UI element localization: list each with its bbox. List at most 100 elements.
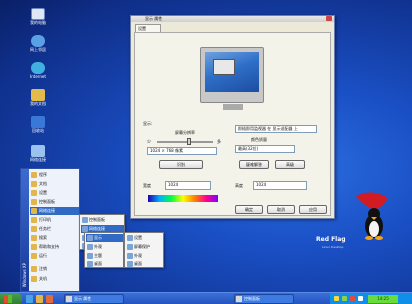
submenu-item-active[interactable]: 显示 [86, 234, 123, 242]
submenu-item-label: 主题 [94, 253, 102, 258]
start-menu-item-active[interactable]: 网络连接 [30, 207, 79, 215]
resolution-slider[interactable] [157, 138, 213, 145]
display-icon [66, 296, 72, 302]
task-control-panel[interactable]: 控制面板 [234, 294, 294, 304]
search-icon [31, 235, 37, 241]
desktop-icon-recycle[interactable]: 回收站 [26, 116, 50, 133]
submenu-item[interactable]: 控制面板 [81, 216, 124, 224]
start-menu-item[interactable]: 帮助和支持 [30, 243, 79, 251]
width-field[interactable]: 1024 [165, 181, 211, 190]
start-menu: Windows XP 程序 文档 设置 控制面板 网络连接 打印机 任务栏 搜索… [20, 168, 80, 292]
task-display-properties[interactable]: 显示 属性 [64, 294, 124, 304]
desktop-icon-internet[interactable]: Internet [26, 62, 50, 79]
menu-item-label: 任务栏 [39, 226, 51, 231]
apply-button[interactable]: 应用 [299, 205, 327, 214]
color-quality-select[interactable]: 最高(32位) [235, 145, 295, 153]
monitor-stand [223, 104, 243, 110]
desktop-icon-label: 我的电脑 [30, 20, 46, 25]
logoff-icon [31, 266, 37, 272]
desktop-icon-label: 网上邻居 [30, 47, 46, 52]
display-icon [87, 235, 93, 241]
submenu-item[interactable]: 外观 [126, 252, 163, 260]
resolution-label: 屏幕分辨率 [175, 130, 195, 135]
width-label: 宽度 [143, 183, 151, 188]
desktop-icon-label: 网络连接 [30, 157, 46, 162]
network-icon[interactable] [342, 296, 347, 301]
internet-icon [31, 62, 45, 74]
start-menu-strip-label: Windows XP [22, 262, 27, 287]
troubleshoot-button[interactable]: 疑难解答 [239, 160, 269, 169]
menu-item-label: 程序 [39, 172, 47, 177]
desktop-icon-connections[interactable]: 网络连接 [26, 145, 50, 162]
start-menu-item[interactable]: 搜索 [30, 234, 79, 242]
appearance-icon [87, 244, 93, 250]
volume-icon[interactable] [334, 296, 339, 301]
desktop-icon-my-computer[interactable]: 我的电脑 [26, 8, 50, 25]
tab-row: 设置 [131, 22, 334, 32]
desktop-icon-network[interactable]: 网上邻居 [26, 35, 50, 52]
my-computer-icon [31, 8, 45, 20]
taskbar-icon [31, 226, 37, 232]
submenu-item[interactable]: 设置 [126, 234, 163, 242]
tab-settings[interactable]: 设置 [135, 24, 161, 32]
display-properties-window: 显示 属性 设置 显示: 即插即用监视器 在 显示适配器 上 屏幕分辨率 少 多… [130, 15, 335, 219]
start-menu-item[interactable]: 打印机 [30, 216, 79, 224]
submenu-item[interactable]: 桌面 [126, 260, 163, 268]
start-menu-item[interactable]: 文档 [30, 180, 79, 188]
ime-icon[interactable] [358, 296, 363, 301]
desktop-icon-label: 我的文档 [30, 101, 46, 106]
display-label: 显示: [143, 121, 153, 126]
menu-item-label: 搜索 [39, 235, 47, 240]
start-menu-item[interactable]: 设置 [30, 189, 79, 197]
screensaver-icon [127, 244, 133, 250]
start-menu-item[interactable]: 运行 [30, 252, 79, 260]
taskbar: 显示 属性 控制面板 14:25 [0, 292, 412, 304]
submenu-item-label: 设置 [134, 235, 142, 240]
start-menu-strip: Windows XP [21, 169, 29, 291]
flag-icon [31, 116, 45, 128]
start-menu-item[interactable]: 控制面板 [30, 198, 79, 206]
programs-icon [31, 172, 37, 178]
submenu-item[interactable]: 外观 [86, 243, 123, 251]
security-icon[interactable] [350, 296, 355, 301]
folder-icon [31, 89, 45, 101]
height-field[interactable]: 1024 [253, 181, 307, 190]
menu-item-label: 运行 [39, 253, 47, 258]
run-icon [31, 253, 37, 259]
slider-thumb[interactable] [187, 138, 191, 145]
identify-button[interactable]: 识别 [159, 160, 203, 169]
submenu-display: 设置 屏幕保护 外观 桌面 [124, 232, 164, 268]
monitor-screen [205, 52, 259, 92]
color-spectrum-bar [148, 195, 218, 202]
start-menu-item[interactable]: 任务栏 [30, 225, 79, 233]
submenu-item[interactable]: 桌面 [86, 260, 123, 268]
logo-subtitle: Linux Desktop [322, 245, 344, 249]
settings-icon [127, 235, 133, 241]
height-label: 高度 [235, 183, 243, 188]
mini-window-icon [213, 59, 235, 75]
start-menu-item[interactable]: 注销 [30, 265, 79, 273]
adapter-field[interactable]: 即插即用监视器 在 显示适配器 上 [235, 125, 317, 133]
desktop-icon-label: 回收站 [32, 128, 44, 133]
settings-pane: 显示: 即插即用监视器 在 显示适配器 上 屏幕分辨率 少 多 颜色质量 最高(… [134, 32, 331, 216]
submenu-item-label: 屏幕保护 [134, 244, 150, 249]
cancel-button[interactable]: 取消 [267, 205, 295, 214]
slider-less-label: 少 [147, 139, 151, 144]
quicklaunch-ie-icon[interactable] [26, 295, 33, 303]
menu-item-label: 注销 [39, 266, 47, 271]
desktop-icon-documents[interactable]: 我的文档 [26, 89, 50, 106]
submenu-item[interactable]: 主题 [86, 252, 123, 260]
submenu-item[interactable]: 屏幕保护 [126, 243, 163, 251]
start-menu-item[interactable]: 关机 [30, 275, 79, 283]
quicklaunch-media-icon[interactable] [46, 295, 53, 303]
start-menu-item[interactable]: 程序 [30, 171, 79, 179]
menu-item-label: 关机 [39, 276, 47, 281]
quicklaunch-folder-icon[interactable] [36, 295, 43, 303]
clock[interactable]: 14:25 [368, 295, 398, 303]
task-label: 控制面板 [244, 296, 260, 301]
ok-button[interactable]: 确定 [235, 205, 263, 214]
start-button[interactable] [0, 293, 22, 304]
desktop: 我的电脑 网上邻居 Internet 我的文档 回收站 网络连接 显示 属性 设… [0, 0, 412, 304]
advanced-button[interactable]: 高级 [275, 160, 305, 169]
close-icon[interactable] [326, 16, 332, 21]
